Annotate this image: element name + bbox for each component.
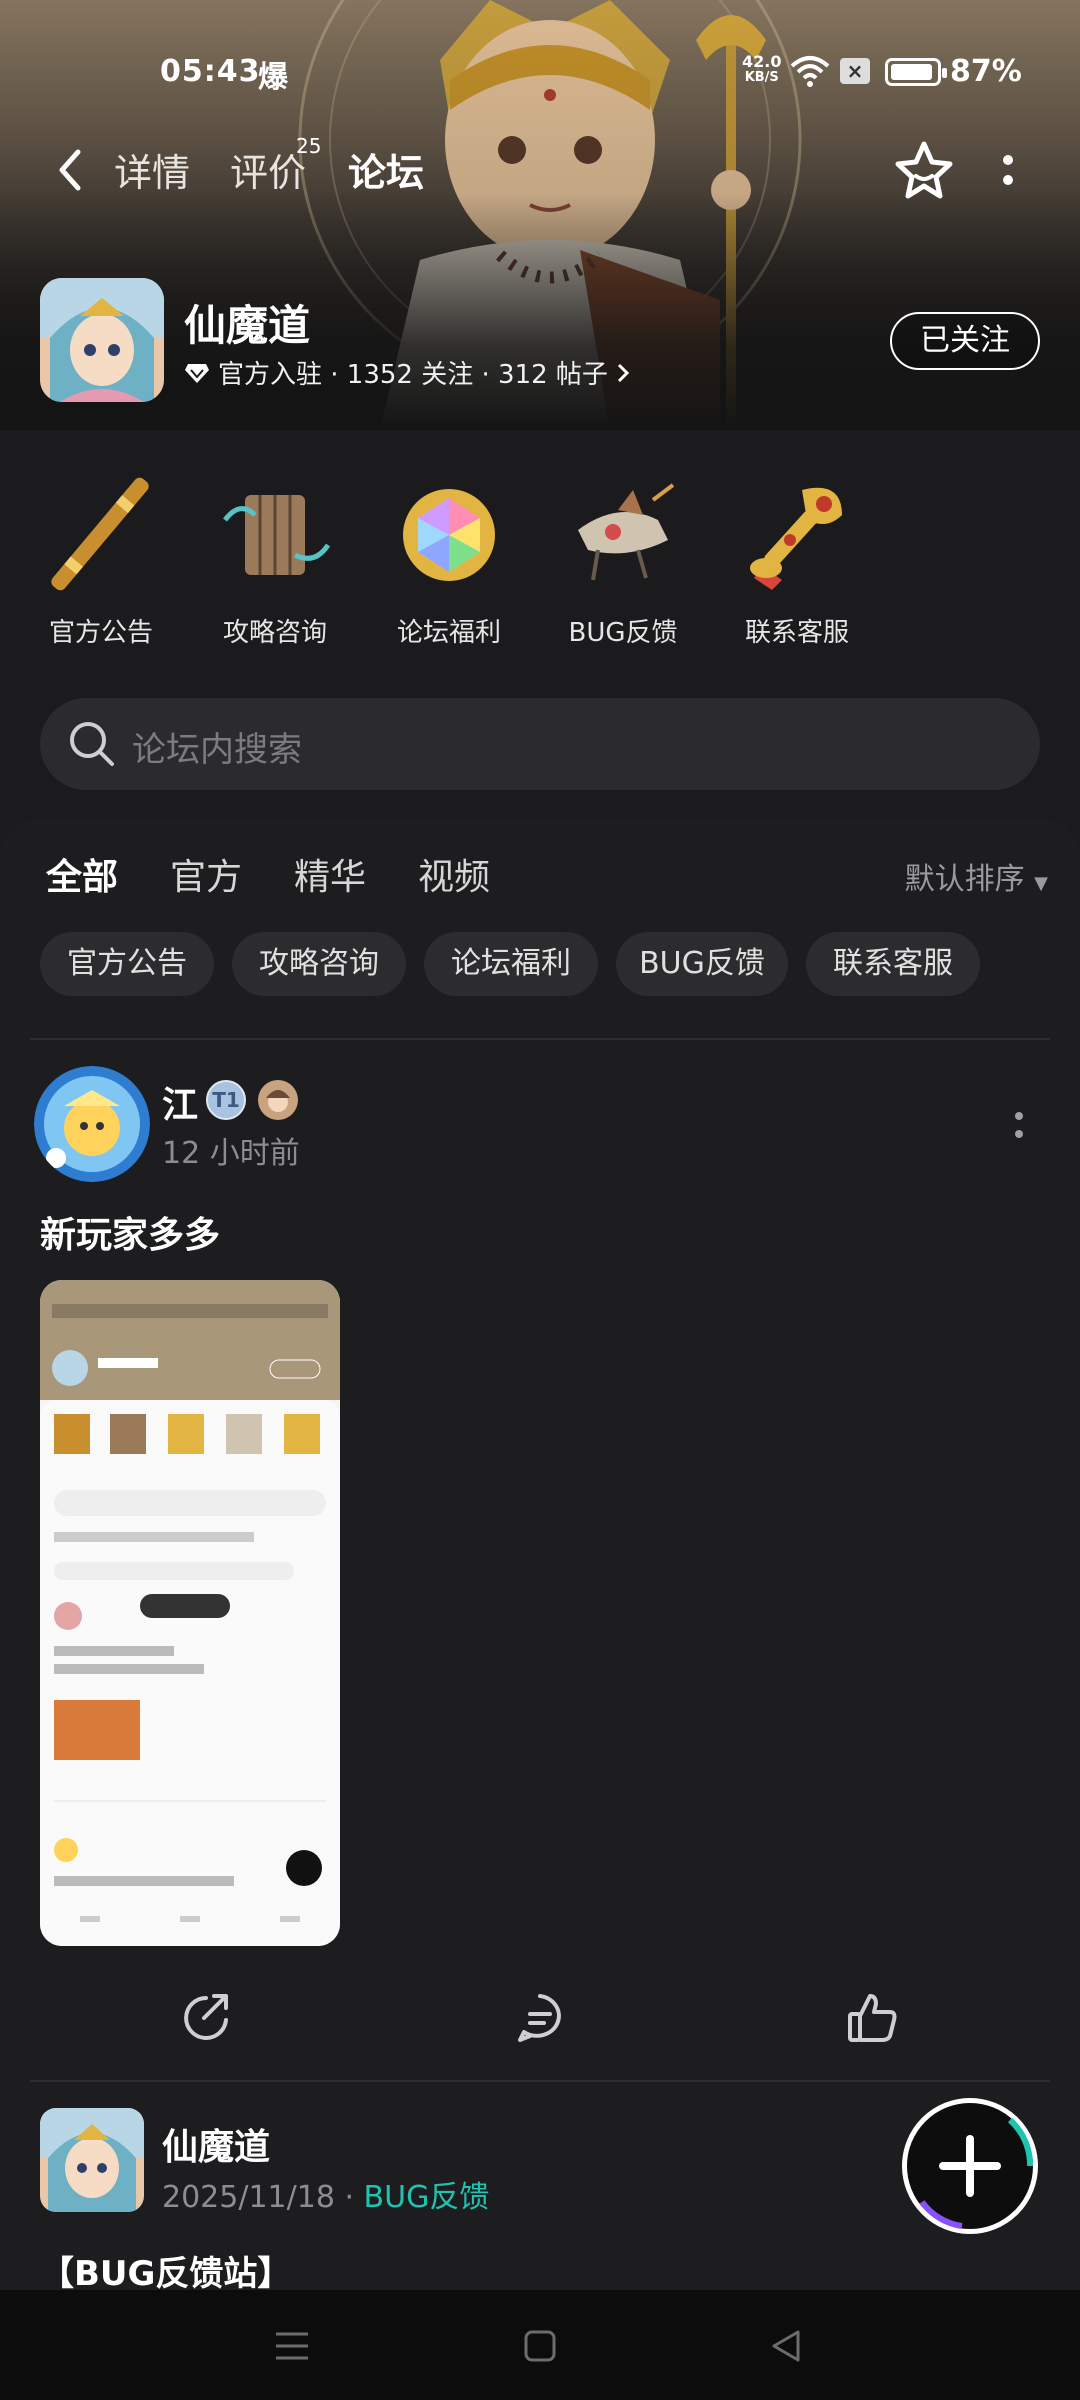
search-placeholder: 论坛内搜索 [132, 730, 302, 770]
chip-announcements[interactable]: 官方公告 [40, 932, 214, 996]
plus-icon [939, 2135, 1001, 2197]
level-badge: T1 [206, 1080, 246, 1120]
chip-bug-report[interactable]: BUG反馈 [616, 932, 788, 996]
reviews-count-badge: 25 [296, 134, 322, 158]
back-icon[interactable] [50, 142, 90, 198]
status-bar: 05:43 爆 42.0 KB/S × 87% [0, 48, 1080, 98]
category-bug-report[interactable]: BUG反馈 [548, 470, 698, 650]
forum-search-input[interactable]: 论坛内搜索 [40, 698, 1040, 790]
back-nav-icon[interactable] [766, 2326, 806, 2366]
top-nav: 详情 评价 25 论坛 [0, 130, 1080, 210]
verified-diamond-icon [185, 363, 209, 383]
like-icon[interactable] [844, 1990, 900, 2046]
chip-customer-service[interactable]: 联系客服 [806, 932, 980, 996]
post-screenshot-image[interactable] [40, 1280, 340, 1946]
boom-app-icon: 爆 [258, 60, 288, 95]
followed-button[interactable]: 已关注 [890, 312, 1040, 370]
author-avatar[interactable] [40, 2108, 144, 2212]
category-guides[interactable]: 攻略咨询 [200, 470, 350, 650]
comment-icon[interactable] [512, 1990, 568, 2046]
game-name: 仙魔道 [184, 301, 311, 350]
battery-icon [885, 58, 947, 86]
post-title: 【BUG反馈站】 [40, 2254, 292, 2294]
tab-details[interactable]: 详情 [114, 142, 190, 197]
recent-apps-icon[interactable] [272, 2326, 312, 2366]
forum-feed: 全部 官方 精华 视频 默认排序 ▼ 官方公告 攻略咨询 论坛福利 BUG反馈 … [0, 818, 1080, 2298]
category-welfare[interactable]: 论坛福利 [374, 470, 524, 650]
divider [30, 1038, 1050, 1040]
divider [30, 2080, 1050, 2082]
category-announcements[interactable]: 官方公告 [26, 470, 176, 650]
filter-tab-video[interactable]: 视频 [418, 848, 490, 900]
bamboo-scroll-icon [223, 495, 331, 575]
filter-tab-all[interactable]: 全部 [46, 848, 119, 902]
tab-forum[interactable]: 论坛 [348, 142, 425, 201]
more-options-icon[interactable] [996, 142, 1020, 198]
post-category-tag[interactable]: BUG反馈 [364, 2180, 490, 2215]
game-avatar[interactable] [40, 278, 164, 402]
game-meta[interactable]: 官方入驻 · 1352 关注 · 312 帖子 [184, 354, 630, 391]
no-sim-icon: × [840, 58, 870, 84]
chevron-right-icon [617, 363, 630, 382]
search-icon [70, 722, 114, 766]
scroll-staff-icon [51, 477, 149, 591]
author-avatar[interactable] [34, 1066, 150, 1182]
post-title: 新玩家多多 [40, 1215, 221, 1256]
gourd-mech-icon [578, 483, 675, 581]
chip-guides[interactable]: 攻略咨询 [232, 932, 406, 996]
post-date: 2025/11/18 · BUG反馈 [162, 2180, 490, 2215]
game-stats: 官方入驻 · 1352 关注 · 312 帖子 [218, 360, 608, 390]
chip-welfare[interactable]: 论坛福利 [424, 932, 598, 996]
favorite-star-icon[interactable] [892, 138, 956, 202]
author-name[interactable]: 江 [162, 1076, 198, 1128]
home-icon[interactable] [520, 2326, 560, 2366]
share-icon[interactable] [178, 1990, 234, 2046]
system-navigation-bar [0, 2290, 1080, 2400]
filter-tab-official[interactable]: 官方 [170, 848, 242, 900]
status-time: 05:43 [160, 54, 261, 89]
game-info: 仙魔道 官方入驻 · 1352 关注 · 312 帖子 已关注 [40, 278, 1040, 402]
create-post-button[interactable] [902, 2098, 1038, 2234]
net-speed: 42.0 KB/S [742, 52, 782, 86]
post-more-icon[interactable] [1012, 1106, 1026, 1146]
author-medal-icon [258, 1080, 298, 1120]
forum-categories: 官方公告 攻略咨询 论坛福利 BUG反馈 联系客服 [0, 470, 1080, 650]
sort-dropdown[interactable]: 默认排序 ▼ [905, 854, 1048, 898]
rainbow-gem-icon [403, 489, 495, 581]
filter-tab-featured[interactable]: 精华 [294, 848, 366, 900]
ruyi-scepter-icon [750, 487, 842, 590]
wifi-icon [790, 56, 830, 87]
battery-percent: 87% [950, 54, 1022, 89]
tab-reviews[interactable]: 评价 [230, 142, 306, 197]
caret-down-icon: ▼ [1034, 873, 1048, 894]
category-customer-service[interactable]: 联系客服 [722, 470, 872, 650]
post-time: 12 小时前 [162, 1136, 300, 1171]
post-actions [0, 1980, 1080, 2060]
author-name[interactable]: 仙魔道 [162, 2118, 270, 2170]
